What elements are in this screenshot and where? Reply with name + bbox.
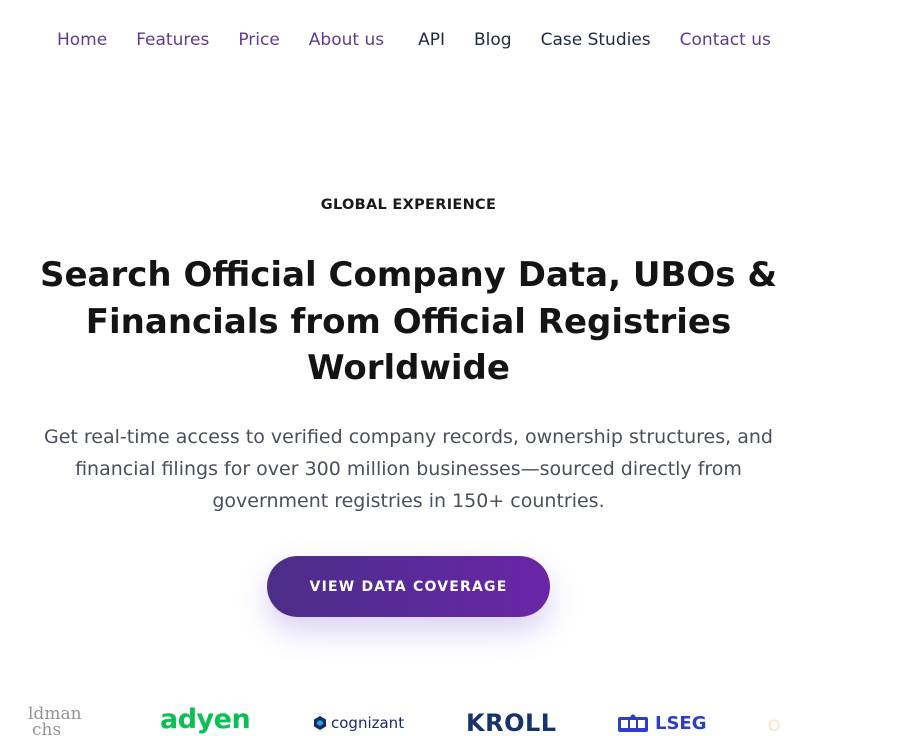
cognizant-logo: cognizant xyxy=(312,714,404,732)
nav-about-link[interactable]: About us xyxy=(309,30,384,50)
kroll-logo: KROLL xyxy=(466,709,557,736)
goldman-logo-line-2: chs xyxy=(32,720,62,736)
faded-partner-logo: O xyxy=(768,716,781,735)
cognizant-logo-text: cognizant xyxy=(331,714,405,732)
nav-home-link[interactable]: Home xyxy=(57,30,107,50)
cognizant-mark-icon xyxy=(314,716,326,730)
lseg-logo: LSEG xyxy=(617,713,707,734)
hero-headline: Search Official Company Data, UBOs & Fin… xyxy=(40,252,777,392)
goldman-sachs-logo: ldman chs xyxy=(28,706,82,736)
nav-blog-link[interactable]: Blog xyxy=(474,30,512,50)
top-navigation: Home Features Price About us API Blog Ca… xyxy=(57,30,771,50)
hero-headline-line-3: Worldwide xyxy=(307,348,510,388)
client-logo-strip: ldman chs adyen cognizant KROLL LSEG O xyxy=(0,704,905,736)
hero-eyebrow: GLOBAL EXPERIENCE xyxy=(320,197,497,213)
lseg-crest-icon xyxy=(618,714,648,732)
view-data-coverage-button[interactable]: VIEW DATA COVERAGE xyxy=(267,556,550,617)
nav-api-link[interactable]: API xyxy=(418,30,445,50)
hero-headline-line-2: Financials from Official Registries xyxy=(85,301,732,342)
hero-subtext: Get real-time access to verified company… xyxy=(44,426,773,512)
nav-case-studies-link[interactable]: Case Studies xyxy=(541,30,651,50)
adyen-logo: adyen xyxy=(160,704,251,735)
hero-headline-line-1: Search Official Company Data, UBOs & xyxy=(40,255,778,295)
lseg-logo-text: LSEG xyxy=(655,713,707,734)
nav-features-link[interactable]: Features xyxy=(136,30,209,50)
nav-contact-link[interactable]: Contact us xyxy=(680,30,771,50)
nav-price-link[interactable]: Price xyxy=(238,30,279,50)
landing-page: Home Features Price About us API Blog Ca… xyxy=(0,0,905,736)
